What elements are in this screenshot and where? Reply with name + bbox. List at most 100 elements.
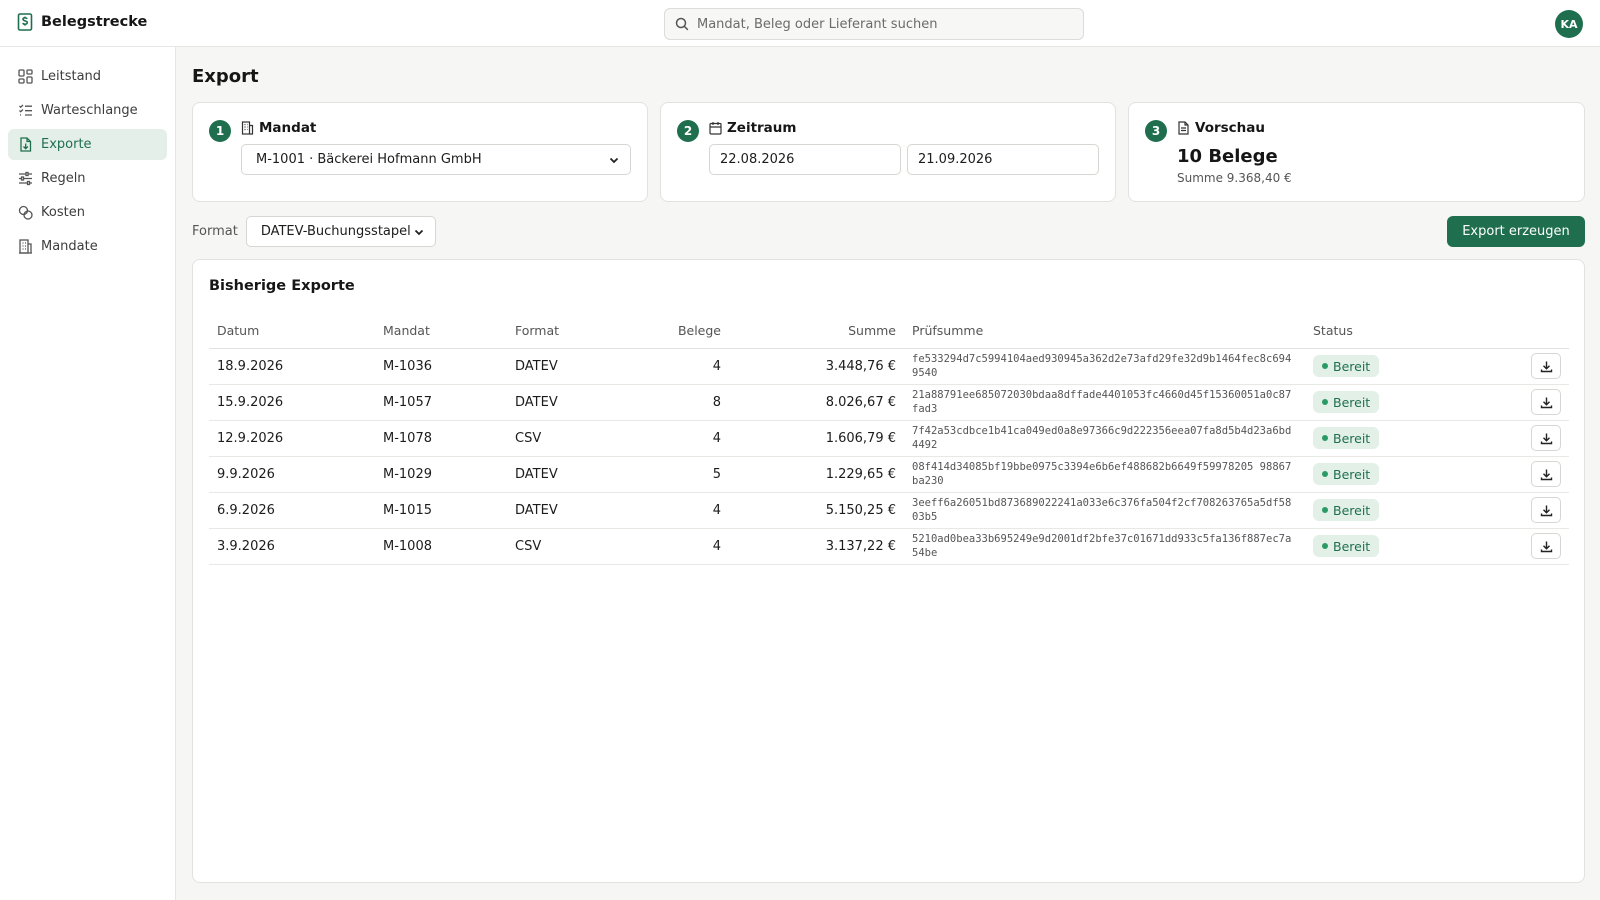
sidebar-item-regeln[interactable]: Regeln [8,163,167,194]
status-dot-icon [1322,507,1328,513]
queue-list-icon [18,103,33,118]
cell-summe: 1.229,65 € [729,456,904,493]
cell-mandat: M-1015 [375,492,507,529]
table-row[interactable]: 18.9.2026 M-1036 DATEV 4 3.448,76 € fe53… [209,348,1569,385]
cell-pruefsumme: 08f414d34085bf19bbe0975c3394e6b6ef488682… [904,456,1305,493]
table-row[interactable]: 12.9.2026 M-1078 CSV 4 1.606,79 € 7f42a5… [209,420,1569,457]
download-button[interactable] [1531,389,1561,415]
table-row[interactable]: 6.9.2026 M-1015 DATEV 4 5.150,25 € 3eeff… [209,492,1569,529]
cell-belege: 5 [607,456,729,493]
download-icon [1540,504,1553,517]
table-row[interactable]: 9.9.2026 M-1029 DATEV 5 1.229,65 € 08f41… [209,456,1569,493]
download-button[interactable] [1531,461,1561,487]
cell-belege: 4 [607,348,729,385]
cell-summe: 5.150,25 € [729,492,904,529]
status-label: Bereit [1333,538,1371,554]
column-header-belege[interactable]: Belege [607,313,729,349]
checksum-text: 5210ad0bea33b695249e9d2001df2bfe37c01671… [912,533,1292,559]
download-button[interactable] [1531,497,1561,523]
sidebar-item-warteschlange[interactable]: Warteschlange [8,95,167,126]
checksum-text: 21a88791ee685072030bdaa8dffade4401053fc4… [912,389,1292,415]
cell-belege: 4 [607,492,729,529]
cell-date: 12.9.2026 [209,420,375,457]
cell-belege: 4 [607,528,729,565]
column-header-pruefsumme[interactable]: Prüfsumme [904,313,1305,349]
column-header-actions [1505,313,1569,349]
page-title: Export [192,66,259,87]
step-number: 1 [209,120,231,142]
download-button[interactable] [1531,425,1561,451]
sidebar-item-kosten[interactable]: Kosten [8,197,167,228]
cell-actions [1505,492,1569,529]
date-to-input[interactable]: 21.09.2026 [907,144,1099,175]
cell-actions [1505,348,1569,385]
format-select[interactable]: DATEV-Buchungsstapel [245,216,436,247]
sidebar-item-label: Leitstand [41,69,102,84]
preview-count: 10 Belege [1177,146,1278,167]
cell-pruefsumme: 7f42a53cdbce1b41ca049ed0a8e97366c9d22235… [904,420,1305,457]
status-label: Bereit [1333,466,1371,482]
status-dot-icon [1322,435,1328,441]
format-select-value: DATEV-Buchungsstapel [260,224,411,239]
cell-mandat: M-1036 [375,348,507,385]
table-body: 18.9.2026 M-1036 DATEV 4 3.448,76 € fe53… [209,348,1569,565]
chevron-down-icon [413,226,425,238]
document-icon [1177,121,1190,135]
cell-belege: 4 [607,420,729,457]
cell-date: 9.9.2026 [209,456,375,493]
cell-mandat: M-1057 [375,384,507,421]
dashboard-icon [18,69,33,84]
table-header-row: Datum Mandat Format Belege Summe Prüfsum… [209,313,1569,349]
cell-status: Bereit [1305,456,1505,493]
export-create-button[interactable]: Export erzeugen [1447,216,1585,247]
building-icon [18,239,33,254]
sidebar-item-mandate[interactable]: Mandate [8,231,167,262]
brand[interactable]: Belegstrecke [17,13,147,31]
download-button[interactable] [1531,353,1561,379]
status-badge: Bereit [1313,499,1380,521]
status-label: Bereit [1333,358,1371,374]
user-avatar[interactable]: KA [1555,10,1583,38]
export-history-table: Datum Mandat Format Belege Summe Prüfsum… [209,313,1569,565]
export-history-card: Bisherige Exporte Datum Mandat Format Be… [192,259,1585,883]
column-header-mandat[interactable]: Mandat [375,313,507,349]
sidebar-item-label: Regeln [41,171,86,186]
step-card-zeitraum: 2 Zeitraum 22.08.2026 21.09.2026 [660,102,1116,202]
mandat-select[interactable]: M-1001 · Bäckerei Hofmann GmbH [241,144,631,175]
step-heading: Zeitraum [709,120,796,136]
cell-summe: 1.606,79 € [729,420,904,457]
building-icon [241,121,254,135]
cell-format: DATEV [507,456,607,493]
mandat-select-value: M-1001 · Bäckerei Hofmann GmbH [256,152,482,167]
sidebar-item-exporte[interactable]: Exporte [8,129,167,160]
step-card-vorschau: 3 Vorschau 10 Belege Summe 9.368,40 € [1128,102,1585,202]
status-badge: Bereit [1313,391,1380,413]
search-input[interactable] [697,16,1057,32]
main-content: Export 1 Mandat M-1001 · Bäckerei Hofman… [176,47,1600,900]
sidebar-item-leitstand[interactable]: Leitstand [8,61,167,92]
sidebar: Leitstand Warteschlange Exporte Regeln K… [0,47,176,900]
cell-pruefsumme: fe533294d7c5994104aed930945a362d2e73afd2… [904,348,1305,385]
cell-summe: 3.137,22 € [729,528,904,565]
cell-status: Bereit [1305,384,1505,421]
step-title: Vorschau [1195,120,1266,136]
cell-status: Bereit [1305,528,1505,565]
column-header-summe[interactable]: Summe [729,313,904,349]
date-from-input[interactable]: 22.08.2026 [709,144,901,175]
sidebar-item-label: Mandate [41,239,98,254]
cell-summe: 8.026,67 € [729,384,904,421]
cell-pruefsumme: 5210ad0bea33b695249e9d2001df2bfe37c01671… [904,528,1305,565]
search-box[interactable] [664,8,1084,40]
calendar-icon [709,121,722,135]
column-header-format[interactable]: Format [507,313,607,349]
column-header-datum[interactable]: Datum [209,313,375,349]
cell-date: 15.9.2026 [209,384,375,421]
column-header-status[interactable]: Status [1305,313,1505,349]
app-name: Belegstrecke [41,14,148,30]
cell-actions [1505,384,1569,421]
download-icon [1540,360,1553,373]
cell-status: Bereit [1305,348,1505,385]
download-button[interactable] [1531,533,1561,559]
table-row[interactable]: 3.9.2026 M-1008 CSV 4 3.137,22 € 5210ad0… [209,528,1569,565]
table-row[interactable]: 15.9.2026 M-1057 DATEV 8 8.026,67 € 21a8… [209,384,1569,421]
